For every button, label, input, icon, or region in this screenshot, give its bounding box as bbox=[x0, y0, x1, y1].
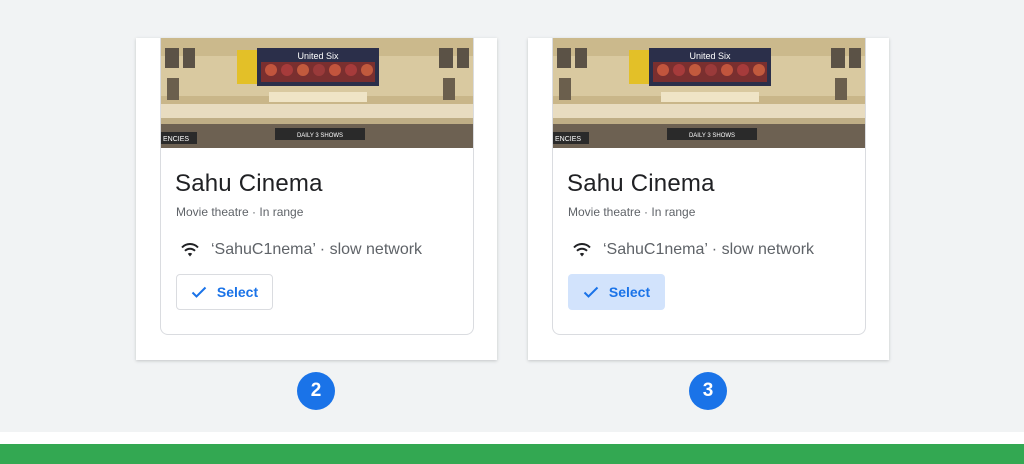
place-title: Sahu Cinema bbox=[567, 170, 715, 197]
divider bbox=[0, 432, 1024, 444]
banner-text: United Six bbox=[689, 51, 731, 61]
device-frame-2: United Six DAILY 3 SHOWS ENCIES Sahu Cin… bbox=[136, 38, 497, 360]
select-button[interactable]: Select bbox=[176, 274, 273, 310]
device-frame-3: United Six DAILY 3 SHOWS ENCIES Sahu Cin… bbox=[528, 38, 889, 360]
place-title: Sahu Cinema bbox=[175, 170, 323, 197]
network-row: ‘SahuC1nema’ · slow network bbox=[573, 239, 814, 261]
select-label: Select bbox=[216, 284, 259, 300]
network-row: ‘SahuC1nema’ · slow network bbox=[181, 239, 422, 261]
network-card: United Six DAILY 3 SHOWS ENCIES Sahu Cin… bbox=[552, 38, 866, 335]
network-card: United Six DAILY 3 SHOWS ENCIES Sahu Cin… bbox=[160, 38, 474, 335]
select-label: Select bbox=[608, 284, 651, 300]
wifi-icon bbox=[573, 243, 591, 257]
network-name: ‘SahuC1nema’ · slow network bbox=[211, 241, 423, 258]
select-button[interactable]: Select bbox=[568, 274, 665, 310]
check-icon bbox=[191, 286, 207, 298]
banner-text: United Six bbox=[297, 51, 339, 61]
marquee-text: DAILY 3 SHOWS bbox=[689, 133, 735, 139]
place-subtitle: Movie theatre · In range bbox=[176, 205, 304, 219]
footer-accent-bar bbox=[0, 444, 1024, 464]
cinema-photo: United Six DAILY 3 SHOWS ENCIES bbox=[161, 38, 473, 148]
step-badge-2: 2 bbox=[297, 372, 335, 410]
wifi-icon bbox=[181, 243, 199, 257]
place-subtitle: Movie theatre · In range bbox=[568, 205, 696, 219]
cinema-photo: United Six DAILY 3 SHOWS ENCIES bbox=[553, 38, 865, 148]
marquee-text: DAILY 3 SHOWS bbox=[297, 133, 343, 139]
network-name: ‘SahuC1nema’ · slow network bbox=[603, 241, 815, 258]
side-sign-text: ENCIES bbox=[555, 136, 581, 143]
step-badge-3: 3 bbox=[689, 372, 727, 410]
side-sign-text: ENCIES bbox=[163, 136, 189, 143]
check-icon bbox=[583, 286, 599, 298]
